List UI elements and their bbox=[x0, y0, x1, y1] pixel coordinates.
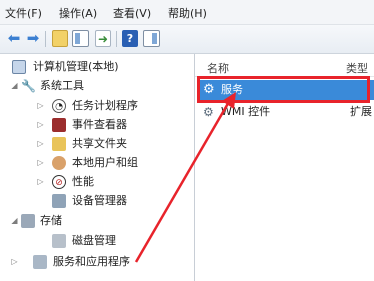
arrow-shaft bbox=[134, 99, 232, 263]
arrow-head bbox=[222, 92, 236, 109]
annotation-arrow bbox=[134, 92, 236, 263]
